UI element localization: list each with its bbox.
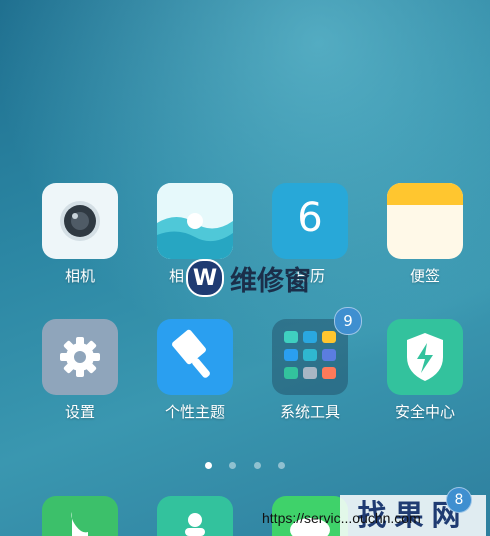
phone-icon	[42, 496, 118, 536]
calendar-icon: 6	[272, 183, 348, 259]
dock-badge: 8	[446, 487, 472, 513]
settings-label: 设置	[64, 403, 95, 421]
camera-label: 相机	[64, 267, 95, 285]
notes-label: 便签	[409, 267, 440, 285]
calendar-day: 6	[297, 195, 323, 241]
notes-icon	[387, 183, 463, 259]
camera-icon	[42, 183, 118, 259]
app-security[interactable]: 安全中心	[385, 319, 465, 421]
dock-contacts[interactable]	[155, 496, 235, 536]
app-camera[interactable]: 相机	[40, 183, 120, 285]
app-themes[interactable]: 个性主题	[155, 319, 235, 421]
page-dot-2[interactable]	[229, 462, 237, 469]
watermark-text: 维修窗	[230, 265, 311, 297]
security-label: 安全中心	[394, 403, 455, 421]
page-dot-1[interactable]	[205, 462, 213, 469]
gear-icon	[42, 319, 118, 395]
brush-icon	[157, 319, 233, 395]
tools-badge: 9	[334, 307, 362, 335]
page-dot-3[interactable]	[253, 462, 261, 469]
folder-system-tools[interactable]: 9 系统工具	[270, 307, 362, 421]
shield-icon	[387, 319, 463, 395]
notes-header-strip	[387, 183, 463, 205]
tools-label: 系统工具	[279, 403, 340, 421]
watermark-logo: W	[186, 259, 224, 297]
gallery-icon	[157, 183, 233, 259]
page-dot-4[interactable]	[277, 462, 285, 469]
watermark-url: https://servic...ouchn.com	[262, 510, 421, 526]
themes-label: 个性主题	[164, 403, 225, 421]
app-settings[interactable]: 设置	[40, 319, 120, 421]
app-notes[interactable]: 便签	[385, 183, 465, 285]
contacts-icon	[157, 496, 233, 536]
dock-phone[interactable]	[40, 496, 120, 536]
watermark-center: W 维修窗	[186, 258, 311, 298]
page-indicator	[0, 454, 490, 473]
